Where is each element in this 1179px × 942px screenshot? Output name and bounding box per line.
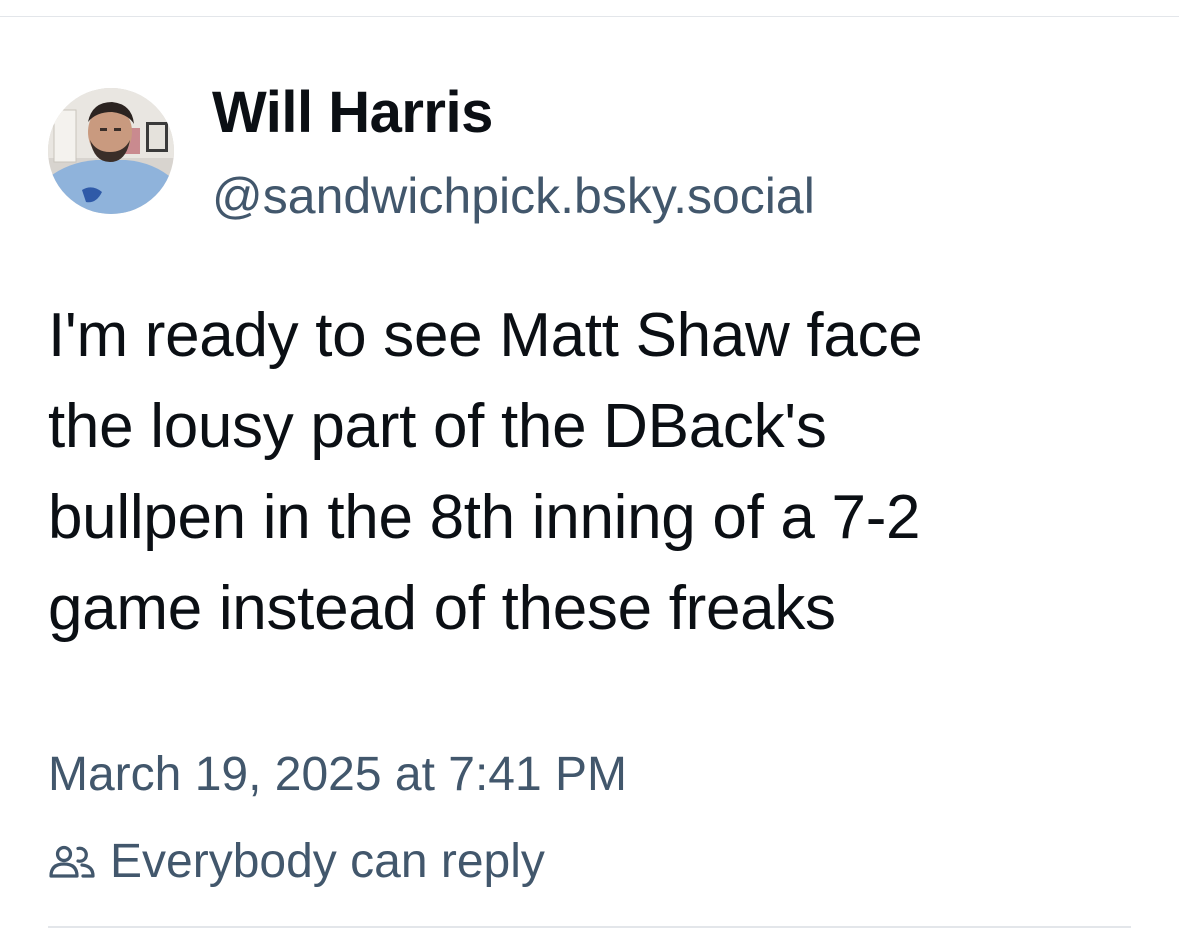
avatar[interactable] [48, 88, 174, 214]
author-handle[interactable]: @sandwichpick.bsky.social [212, 166, 815, 226]
post-timestamp[interactable]: March 19, 2025 at 7:41 PM [48, 746, 627, 804]
avatar-image [48, 88, 174, 214]
bottom-divider [48, 926, 1131, 928]
post-text: I'm ready to see Matt Shaw face the lous… [48, 301, 923, 643]
reply-setting-label: Everybody can reply [110, 835, 545, 888]
reply-setting[interactable]: Everybody can reply [48, 832, 545, 892]
author-display-name[interactable]: Will Harris [212, 80, 493, 146]
top-divider [0, 16, 1179, 17]
people-icon [49, 845, 95, 878]
